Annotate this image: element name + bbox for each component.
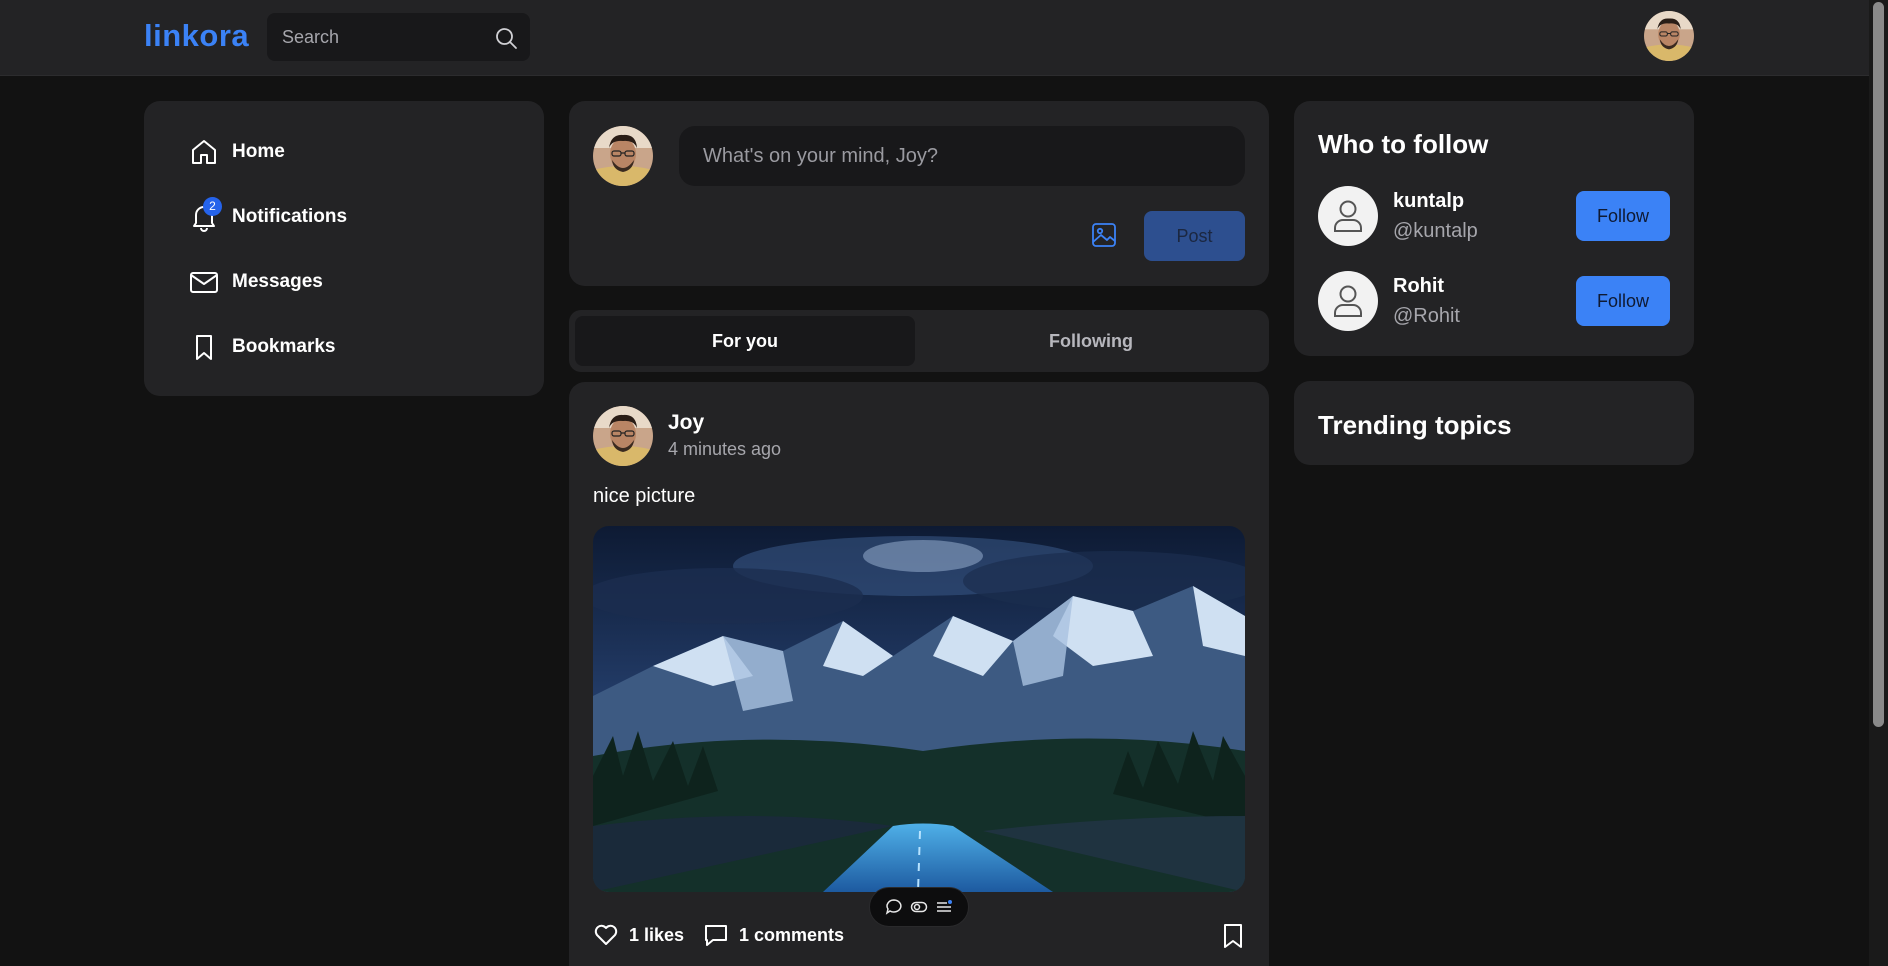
like-button[interactable]: 1 likes [593, 922, 684, 948]
trending-topics-card: Trending topics [1294, 381, 1694, 465]
post-text: nice picture [593, 485, 696, 507]
who-to-follow-card: Who to follow kuntalp @kuntalp Follow Ro… [1294, 101, 1694, 356]
sidebar-item-notifications[interactable]: 2 Notifications [188, 197, 347, 237]
comment-count: 1 comments [739, 924, 845, 945]
post-composer: Post [569, 101, 1269, 286]
follow-button[interactable]: Follow [1576, 276, 1670, 326]
avatar[interactable] [593, 406, 653, 466]
search-icon[interactable] [494, 26, 518, 50]
image-upload-icon[interactable] [1089, 220, 1119, 250]
sidebar-item-label: Home [232, 141, 285, 162]
suggested-user-handle: @kuntalp [1393, 220, 1478, 242]
avatar[interactable] [1318, 271, 1378, 331]
sidebar-item-label: Messages [232, 271, 323, 292]
user-placeholder-icon [1334, 285, 1362, 317]
suggested-user-handle: @Rohit [1393, 305, 1460, 327]
toggle-icon[interactable] [910, 898, 928, 916]
profile-avatar[interactable] [1644, 11, 1694, 61]
post-author[interactable]: Joy [668, 411, 704, 435]
avatar[interactable] [1318, 186, 1378, 246]
menu-icon[interactable] [935, 898, 953, 916]
post-timestamp: 4 minutes ago [668, 439, 782, 459]
comment-button[interactable]: 1 comments [703, 922, 844, 948]
sidebar-item-label: Bookmarks [232, 336, 336, 357]
logo[interactable]: linkora [144, 18, 249, 54]
search-box[interactable] [267, 13, 530, 61]
tab-for-you[interactable]: For you [575, 316, 915, 366]
user-placeholder-icon [1334, 200, 1362, 232]
card-title: Who to follow [1318, 129, 1489, 159]
suggested-user-name[interactable]: Rohit [1393, 275, 1444, 298]
composer-input[interactable] [679, 126, 1245, 186]
post-button[interactable]: Post [1144, 211, 1245, 261]
bell-icon: 2 [188, 197, 222, 233]
sidebar-item-home[interactable]: Home [188, 132, 285, 172]
bookmark-icon [196, 335, 212, 360]
comment-icon [705, 925, 727, 946]
card-title: Trending topics [1318, 410, 1512, 440]
like-count: 1 likes [629, 924, 685, 945]
top-bar: linkora [0, 0, 1869, 76]
home-icon [192, 140, 216, 164]
heart-icon [594, 924, 618, 945]
search-input[interactable] [267, 13, 482, 61]
mail-icon [190, 272, 218, 293]
floating-toolbar [869, 887, 969, 927]
avatar [593, 126, 653, 186]
tab-following[interactable]: Following [919, 316, 1263, 366]
sidebar-item-bookmarks[interactable]: Bookmarks [188, 327, 336, 367]
post-card: Joy 4 minutes ago nice picture 1 likes 1… [569, 382, 1269, 966]
scrollbar-thumb[interactable] [1873, 2, 1884, 727]
feed-tabs: For you Following [569, 310, 1269, 372]
sidebar-item-label: Notifications [232, 206, 348, 227]
sidebar-nav: Home 2 Notifications Messages Bookmarks [144, 101, 544, 396]
scrollbar[interactable] [1869, 0, 1888, 966]
chat-bubble-icon[interactable] [885, 898, 903, 916]
post-image[interactable] [593, 526, 1245, 892]
bookmark-icon[interactable] [1220, 922, 1246, 950]
follow-button[interactable]: Follow [1576, 191, 1670, 241]
notification-badge: 2 [203, 197, 222, 216]
suggested-user-name[interactable]: kuntalp [1393, 190, 1464, 213]
sidebar-item-messages[interactable]: Messages [188, 262, 323, 302]
